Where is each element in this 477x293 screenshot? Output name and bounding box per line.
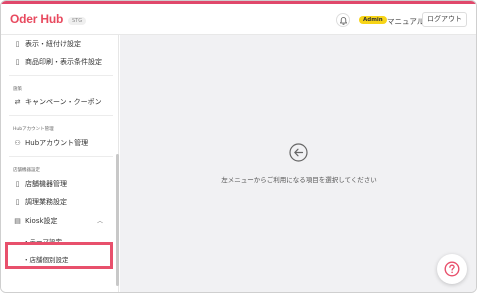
sidebar-item-label: キャンペーン・クーポン — [25, 98, 102, 106]
sidebar-scrollbar[interactable] — [116, 154, 119, 286]
device-icon: ▯ — [15, 198, 20, 206]
sidebar-item-campaign[interactable]: ⇄ キャンペーン・クーポン — [13, 97, 102, 107]
document-icon: ▯ — [15, 40, 20, 48]
sidebar-item-display-link-settings[interactable]: ▯ 表示・紐付け設定 — [13, 39, 81, 49]
logout-button[interactable]: ログアウト — [422, 12, 467, 27]
section-label-hub-account: Hubアカウント管理 — [13, 127, 54, 132]
manual-link[interactable]: マニュアル — [387, 16, 424, 27]
app-logo[interactable]: Oder Hub — [10, 12, 63, 26]
sidebar-item-hub-account[interactable]: ⚇ Hubアカウント管理 — [13, 138, 88, 148]
sidebar-item-kiosk-settings[interactable]: ▤ Kiosk設定 — [13, 216, 58, 226]
logo-rest: der Hub — [19, 12, 64, 26]
user-icon: ⚇ — [14, 139, 21, 147]
role-badge: Admin — [359, 16, 387, 24]
help-button[interactable] — [437, 254, 467, 284]
notification-button[interactable] — [336, 13, 350, 27]
document-icon: ▯ — [15, 58, 20, 66]
swap-icon: ⇄ — [14, 98, 21, 106]
device-icon: ▯ — [15, 180, 20, 188]
question-circle-icon — [444, 261, 460, 277]
main-content — [120, 35, 476, 292]
bell-icon — [340, 16, 347, 25]
sidebar-item-label: Hubアカウント管理 — [25, 139, 89, 147]
sidebar-item-store-devices[interactable]: ▯ 店舗機器管理 — [13, 179, 67, 189]
divider — [9, 115, 113, 116]
app-window: Oder Hub STG Admin マニュアル ログアウト ▯ 表示・紐付け設定… — [0, 0, 477, 293]
sidebar-item-label: 調理業務設定 — [25, 198, 67, 206]
sidebar-item-product-print-settings[interactable]: ▯ 商品印刷・表示条件設定 — [13, 57, 102, 67]
chevron-up-icon[interactable]: ︿ — [97, 216, 103, 225]
section-label-campaign: 施策 — [13, 87, 22, 92]
sidebar-item-label: 商品印刷・表示条件設定 — [25, 58, 102, 66]
sidebar-item-label: Kiosk設定 — [25, 217, 58, 225]
header: Oder Hub STG Admin マニュアル ログアウト — [1, 4, 476, 35]
kiosk-icon: ▤ — [14, 217, 21, 225]
divider — [9, 75, 113, 76]
arrow-left-circle-icon — [289, 143, 308, 162]
highlight-annotation — [5, 242, 113, 269]
sidebar-item-label: 表示・紐付け設定 — [25, 40, 81, 48]
sidebar-item-label: 店舗機器管理 — [25, 180, 67, 188]
divider — [9, 156, 113, 157]
sidebar-item-cooking-settings[interactable]: ▯ 調理業務設定 — [13, 197, 67, 207]
logo-prefix: O — [10, 12, 20, 26]
env-badge: STG — [68, 17, 87, 25]
section-label-store-devices: 店舗機器設定 — [13, 168, 40, 173]
empty-state-message: 左メニューからご利用になる項目を選択してください — [221, 176, 377, 184]
